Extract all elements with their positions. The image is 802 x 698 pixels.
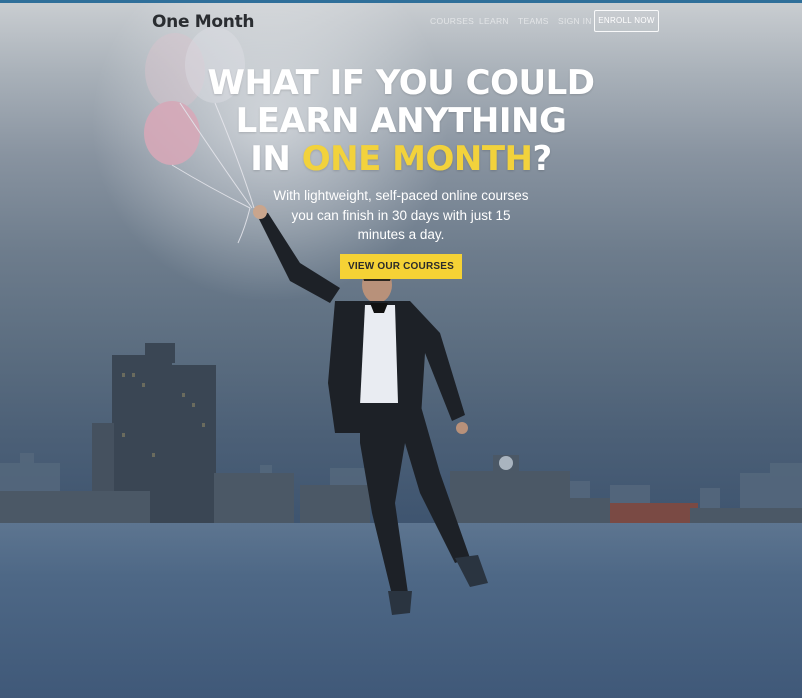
headline-line-2: LEARN ANYTHING xyxy=(235,101,567,141)
top-navigation: One Month COURSES LEARN TEAMS SIGN IN EN… xyxy=(0,3,802,43)
subtitle-line-3: minutes a day. xyxy=(357,227,445,242)
headline-highlight: ONE MONTH xyxy=(301,139,533,179)
headline-line-3: IN ONE MONTH? xyxy=(0,140,802,178)
nav-link-courses[interactable]: COURSES xyxy=(430,16,474,26)
hero-subtitle: With lightweight, self-paced online cour… xyxy=(260,186,542,245)
headline-line-1: WHAT IF YOU COULD xyxy=(207,63,595,103)
enroll-now-button[interactable]: ENROLL NOW xyxy=(594,10,659,32)
subtitle-line-1: With lightweight, self-paced online cour… xyxy=(273,188,529,203)
view-our-courses-button[interactable]: VIEW OUR COURSES xyxy=(340,254,462,279)
hero-headline: WHAT IF YOU COULD LEARN ANYTHING IN ONE … xyxy=(0,64,802,178)
subtitle-line-2: you can finish in 30 days with just 15 xyxy=(291,207,511,223)
headline-suffix: ? xyxy=(532,139,552,179)
brand-logo[interactable]: One Month xyxy=(152,12,255,32)
nav-link-sign-in[interactable]: SIGN IN xyxy=(558,16,592,26)
nav-link-learn[interactable]: LEARN xyxy=(479,16,509,26)
headline-prefix: IN xyxy=(250,139,302,179)
nav-link-teams[interactable]: TEAMS xyxy=(518,16,549,26)
